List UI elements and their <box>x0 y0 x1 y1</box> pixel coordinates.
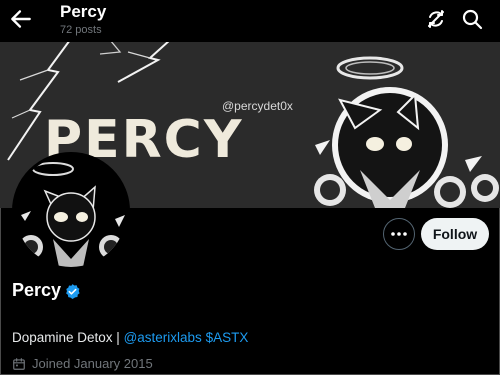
calendar-icon <box>13 358 25 370</box>
post-count: 72 posts <box>60 24 102 36</box>
profile-avatar[interactable] <box>12 152 130 270</box>
bio-mention-link[interactable]: @asterixlabs <box>124 330 202 345</box>
more-options-button[interactable] <box>383 218 415 250</box>
bio-text: Dopamine Detox | <box>12 330 124 345</box>
refresh-icon[interactable] <box>424 7 448 31</box>
page-title: Percy <box>60 2 107 21</box>
joined-date: Joined January 2015 <box>32 356 153 371</box>
profile-name: Percy <box>12 280 62 300</box>
back-arrow-icon[interactable] <box>8 6 34 32</box>
more-horizontal-icon <box>391 232 407 236</box>
follow-button[interactable]: Follow <box>421 218 489 250</box>
search-icon[interactable] <box>460 7 484 31</box>
top-bar: Percy 72 posts <box>0 0 500 42</box>
banner-character-illustration <box>314 56 499 208</box>
bio-cashtag-link[interactable]: $ASTX <box>206 330 249 345</box>
profile-bio: Dopamine Detox | @asterixlabs $ASTX <box>12 330 248 345</box>
verified-badge-icon[interactable] <box>64 283 81 300</box>
